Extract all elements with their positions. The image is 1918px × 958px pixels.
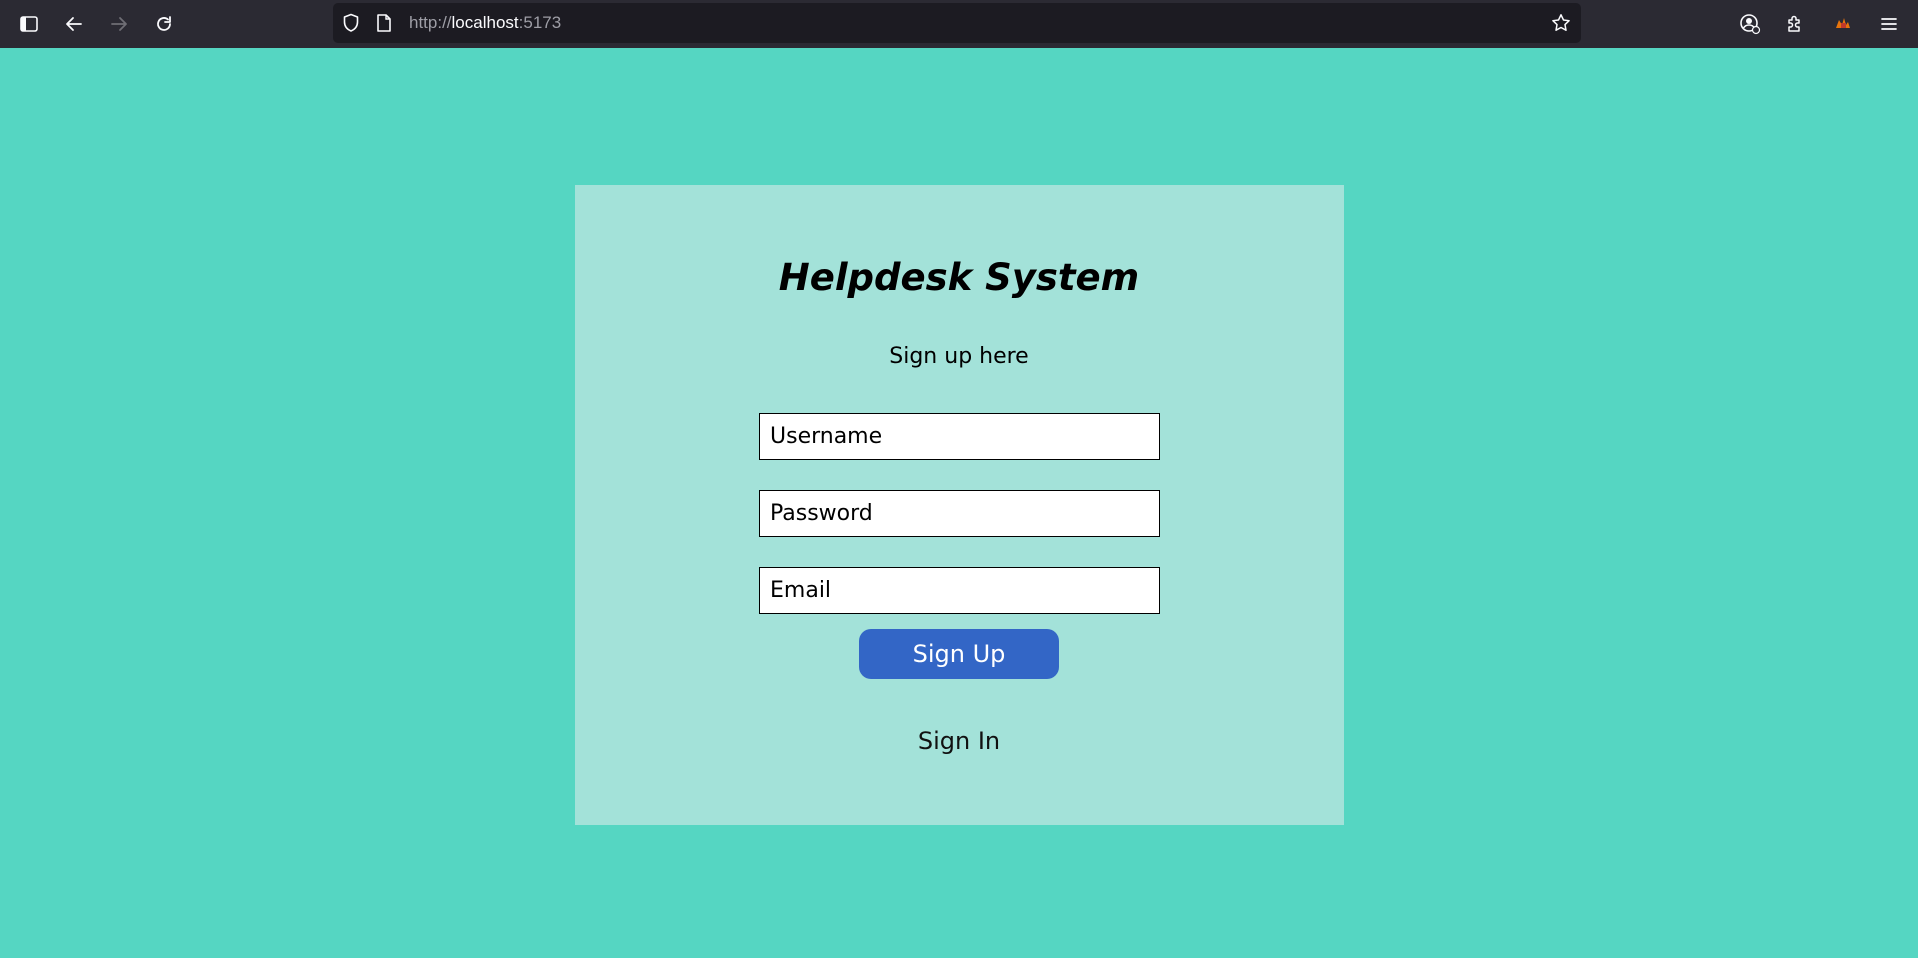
- reload-button[interactable]: [148, 8, 180, 40]
- reload-icon: [157, 16, 171, 31]
- menu-button[interactable]: [1873, 8, 1905, 40]
- hamburger-menu-icon: [1881, 18, 1897, 30]
- signup-subtitle: Sign up here: [889, 344, 1029, 369]
- sign-up-button[interactable]: Sign Up: [859, 629, 1059, 679]
- forward-arrow-icon: [111, 17, 127, 31]
- url-prefix: http://: [409, 13, 452, 32]
- sign-in-link[interactable]: Sign In: [0, 727, 1918, 755]
- password-input[interactable]: [759, 490, 1160, 537]
- shield-icon[interactable]: [341, 13, 361, 33]
- forward-button[interactable]: [103, 8, 135, 40]
- back-button[interactable]: [58, 8, 90, 40]
- back-arrow-icon: [66, 17, 82, 31]
- browser-toolbar: http://localhost:5173: [0, 0, 1918, 48]
- url-host: localhost: [451, 13, 519, 32]
- sidebar-icon: [20, 16, 38, 32]
- account-button[interactable]: [1734, 8, 1766, 40]
- address-bar[interactable]: http://localhost:5173: [333, 3, 1581, 43]
- extension-app-icon: [1836, 18, 1850, 28]
- page-title: Helpdesk System: [778, 256, 1140, 299]
- extension-app-button[interactable]: [1827, 8, 1859, 40]
- url-text[interactable]: http://localhost:5173: [409, 13, 561, 33]
- page-icon[interactable]: [374, 13, 394, 33]
- extensions-button[interactable]: [1779, 8, 1811, 40]
- url-port: :5173: [518, 13, 562, 32]
- sidebar-toggle-button[interactable]: [13, 8, 45, 40]
- puzzle-icon: [1788, 15, 1800, 32]
- email-input[interactable]: [759, 567, 1160, 614]
- username-input[interactable]: [759, 413, 1160, 460]
- account-icon: [1740, 14, 1761, 35]
- star-icon[interactable]: [1551, 13, 1571, 33]
